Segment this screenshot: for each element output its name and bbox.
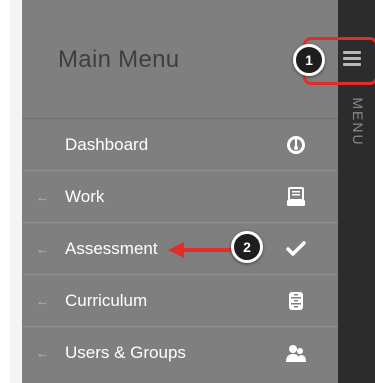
dashboard-gauge-icon: [285, 134, 307, 156]
menu-item-work[interactable]: ← Work: [22, 170, 338, 222]
users-groups-icon: [285, 342, 307, 364]
menu-header: Main Menu: [22, 0, 338, 118]
main-menu-panel: Main Menu Dashboard ← Work ← Assessment …: [22, 0, 338, 383]
menu-item-label: Dashboard: [65, 134, 149, 154]
menu-title: Main Menu: [58, 46, 180, 73]
annotation-callout-1: 1: [293, 44, 325, 76]
menu-item-label: Work: [65, 186, 105, 206]
sidebar-menu-label: MENU: [350, 97, 366, 147]
curriculum-cabinet-icon: [285, 290, 307, 312]
expand-arrow-icon: ←: [36, 241, 49, 256]
checkmark-icon: [285, 238, 307, 260]
expand-arrow-icon: ←: [36, 345, 49, 360]
expand-arrow-icon: ←: [36, 189, 49, 204]
annotation-arrow-icon: [168, 242, 234, 258]
expand-arrow-icon: ←: [36, 293, 49, 308]
menu-item-dashboard[interactable]: Dashboard: [22, 118, 338, 170]
menu-item-label: Assessment: [65, 238, 158, 258]
menu-item-label: Users & Groups: [65, 342, 186, 362]
work-tray-icon: [285, 186, 307, 208]
menu-item-curriculum[interactable]: ← Curriculum: [22, 274, 338, 326]
menu-item-label: Curriculum: [65, 290, 148, 310]
menu-item-users-groups[interactable]: ← Users & Groups: [22, 326, 338, 378]
annotation-callout-2: 2: [231, 231, 263, 263]
